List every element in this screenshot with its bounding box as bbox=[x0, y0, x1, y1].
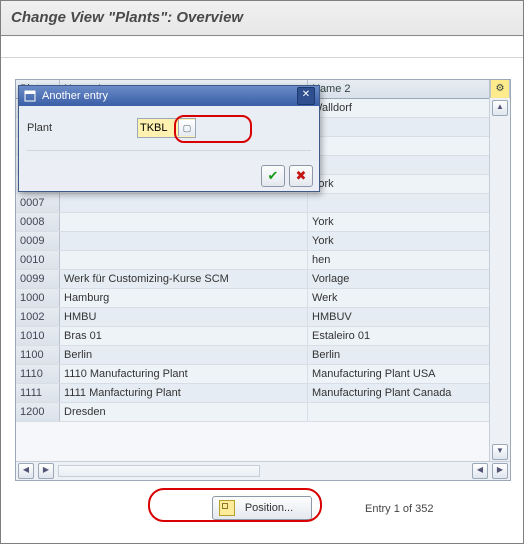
position-button[interactable]: Position... bbox=[212, 496, 312, 520]
position-icon bbox=[219, 500, 235, 516]
cell-name1: Bras 01 bbox=[60, 327, 308, 345]
cell-name2: Estaleiro 01 bbox=[308, 327, 490, 345]
cell-name2: Berlin bbox=[308, 346, 490, 364]
cell-name1 bbox=[60, 194, 308, 212]
cell-name1 bbox=[60, 232, 308, 250]
cell-name1: Berlin bbox=[60, 346, 308, 364]
table-row[interactable]: 1010Bras 01Estaleiro 01 bbox=[16, 327, 510, 346]
cell-plnt: 0099 bbox=[16, 270, 60, 288]
table-row[interactable]: 0009 York bbox=[16, 232, 510, 251]
scroll-right-button[interactable]: ▶ bbox=[38, 463, 54, 479]
cell-plnt: 1111 bbox=[16, 384, 60, 402]
ok-button[interactable]: ✔ bbox=[261, 165, 285, 187]
cell-plnt: 1110 bbox=[16, 365, 60, 383]
cell-plnt: 1200 bbox=[16, 403, 60, 421]
footer: Position... bbox=[15, 487, 509, 529]
plant-field-label: Plant bbox=[27, 122, 137, 134]
table-row[interactable]: 0099Werk für Customizing-Kurse SCMVorlag… bbox=[16, 270, 510, 289]
cell-name2 bbox=[308, 156, 490, 174]
cell-plnt: 1010 bbox=[16, 327, 60, 345]
position-label: Position... bbox=[245, 502, 293, 514]
divider-toolbar bbox=[1, 36, 523, 58]
f4-help-icon[interactable]: ▢ bbox=[178, 120, 195, 136]
cell-name2: Manufacturing Plant Canada bbox=[308, 384, 490, 402]
cell-name1 bbox=[60, 251, 308, 269]
scroll-up-button[interactable]: ▲ bbox=[492, 100, 508, 116]
cell-name2: Vorlage bbox=[308, 270, 490, 288]
cell-plnt: 0008 bbox=[16, 213, 60, 231]
horizontal-scrollbar[interactable]: ◀ ▶ ◀ ▶ bbox=[16, 461, 510, 480]
cell-plnt: 0007 bbox=[16, 194, 60, 212]
configure-columns-icon[interactable]: ⚙ bbox=[490, 80, 510, 98]
table-row[interactable]: 11101110 Manufacturing PlantManufacturin… bbox=[16, 365, 510, 384]
cancel-button[interactable]: ✖ bbox=[289, 165, 313, 187]
cell-plnt: 0010 bbox=[16, 251, 60, 269]
cell-name1: Dresden bbox=[60, 403, 308, 421]
cell-name1: Werk für Customizing-Kurse SCM bbox=[60, 270, 308, 288]
cell-name2: Werk bbox=[308, 289, 490, 307]
table-row[interactable]: 1000HamburgWerk bbox=[16, 289, 510, 308]
cell-plnt: 1100 bbox=[16, 346, 60, 364]
cell-plnt: 1002 bbox=[16, 308, 60, 326]
cell-plnt: 0009 bbox=[16, 232, 60, 250]
cell-name1: Hamburg bbox=[60, 289, 308, 307]
cell-name2: York bbox=[308, 232, 490, 250]
table-row[interactable]: 0010 hen bbox=[16, 251, 510, 270]
cell-name1: 1111 Manfacturing Plant bbox=[60, 384, 308, 402]
dialog-titlebar[interactable]: Another entry ✕ bbox=[19, 86, 319, 106]
cell-name2 bbox=[308, 137, 490, 155]
cell-name2 bbox=[308, 403, 490, 421]
scroll-left-button[interactable]: ◀ bbox=[18, 463, 34, 479]
scroll-right2-button[interactable]: ▶ bbox=[492, 463, 508, 479]
cell-name1 bbox=[60, 213, 308, 231]
plant-input-group: ▢ bbox=[137, 118, 196, 138]
cell-name2: York bbox=[308, 175, 490, 193]
close-icon[interactable]: ✕ bbox=[297, 87, 315, 105]
cell-name1: HMBU bbox=[60, 308, 308, 326]
table-row[interactable]: 0008 York bbox=[16, 213, 510, 232]
cell-plnt: 1000 bbox=[16, 289, 60, 307]
cell-name1: 1110 Manufacturing Plant bbox=[60, 365, 308, 383]
another-entry-dialog: Another entry ✕ Plant ▢ ✔ ✖ bbox=[18, 85, 320, 192]
dialog-title: Another entry bbox=[42, 90, 108, 102]
table-row[interactable]: 1100BerlinBerlin bbox=[16, 346, 510, 365]
scroll-left2-button[interactable]: ◀ bbox=[472, 463, 488, 479]
scroll-thumb[interactable] bbox=[58, 465, 260, 477]
plant-input[interactable] bbox=[138, 120, 178, 136]
cell-name2: York bbox=[308, 213, 490, 231]
entry-counter: Entry 1 of 352 bbox=[365, 503, 434, 515]
cell-name2: HMBUV bbox=[308, 308, 490, 326]
col-name2[interactable]: Name 2 bbox=[308, 80, 490, 98]
dialog-actions: ✔ ✖ bbox=[19, 161, 319, 191]
cell-name2 bbox=[308, 194, 490, 212]
dialog-icon bbox=[23, 89, 37, 103]
cell-name2: Manufacturing Plant USA bbox=[308, 365, 490, 383]
cell-name2: Walldorf bbox=[308, 99, 490, 117]
cell-name2 bbox=[308, 118, 490, 136]
scroll-down-button[interactable]: ▼ bbox=[492, 444, 508, 460]
table-row[interactable]: 11111111 Manfacturing PlantManufacturing… bbox=[16, 384, 510, 403]
vertical-scrollbar[interactable]: ▲ ▼ bbox=[489, 98, 510, 462]
table-row[interactable]: 1002HMBUHMBUV bbox=[16, 308, 510, 327]
cell-name2: hen bbox=[308, 251, 490, 269]
table-row[interactable]: 0007 bbox=[16, 194, 510, 213]
dialog-divider bbox=[27, 140, 311, 151]
window-title: Change View "Plants": Overview bbox=[1, 1, 523, 36]
table-row[interactable]: 1200Dresden bbox=[16, 403, 510, 422]
